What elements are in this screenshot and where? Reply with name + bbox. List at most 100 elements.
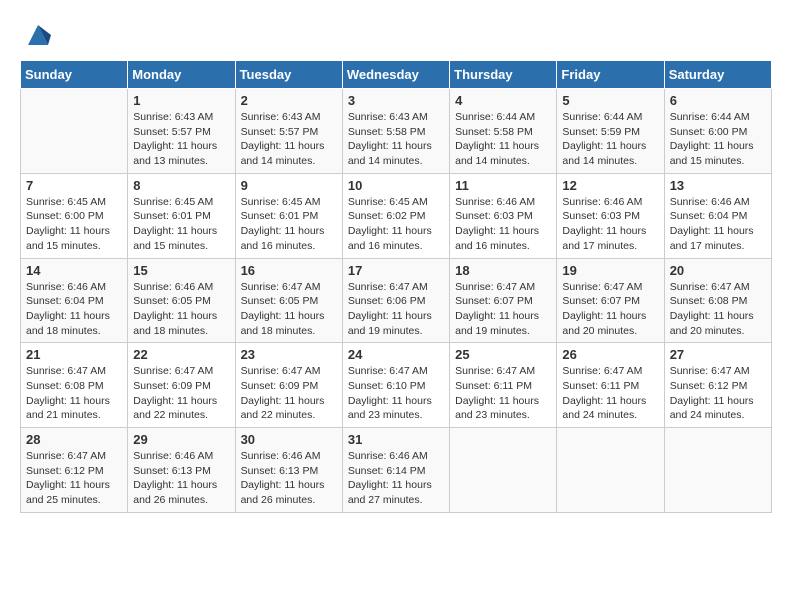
- calendar-cell: 3 Sunrise: 6:43 AMSunset: 5:58 PMDaylight…: [342, 89, 449, 174]
- calendar-cell: [21, 89, 128, 174]
- day-number: 19: [562, 263, 658, 278]
- logo: [20, 20, 53, 50]
- day-info: Sunrise: 6:46 AMSunset: 6:04 PMDaylight:…: [26, 280, 122, 339]
- calendar-cell: 22Sunrise: 6:47 AMSunset: 6:09 PMDayligh…: [128, 343, 235, 428]
- calendar-cell: 5 Sunrise: 6:44 AMSunset: 5:59 PMDaylight…: [557, 89, 664, 174]
- calendar-cell: 6Sunrise: 6:44 AMSunset: 6:00 PMDaylight…: [664, 89, 771, 174]
- day-number: 12: [562, 178, 658, 193]
- calendar-cell: 23 Sunrise: 6:47 AMSunset: 6:09 PMDayligh…: [235, 343, 342, 428]
- day-info: Sunrise: 6:44 AMSunset: 5:59 PMDaylight:…: [562, 110, 658, 169]
- day-number: 7: [26, 178, 122, 193]
- page-header: [20, 20, 772, 50]
- week-row-5: 28 Sunrise: 6:47 AMSunset: 6:12 PMDayligh…: [21, 428, 772, 513]
- day-info: Sunrise: 6:46 AMSunset: 6:13 PMDaylight:…: [241, 449, 337, 508]
- day-info: Sunrise: 6:47 AMSunset: 6:11 PMDaylight:…: [562, 364, 658, 423]
- day-info: Sunrise: 6:47 AMSunset: 6:09 PMDaylight:…: [241, 364, 337, 423]
- calendar-cell: 26 Sunrise: 6:47 AMSunset: 6:11 PMDayligh…: [557, 343, 664, 428]
- calendar-cell: 28 Sunrise: 6:47 AMSunset: 6:12 PMDayligh…: [21, 428, 128, 513]
- day-header-sunday: Sunday: [21, 61, 128, 89]
- day-number: 9: [241, 178, 337, 193]
- calendar-cell: 16 Sunrise: 6:47 AMSunset: 6:05 PMDayligh…: [235, 258, 342, 343]
- day-number: 13: [670, 178, 766, 193]
- calendar-cell: 9 Sunrise: 6:45 AMSunset: 6:01 PMDaylight…: [235, 173, 342, 258]
- day-number: 6: [670, 93, 766, 108]
- day-info: Sunrise: 6:45 AMSunset: 6:02 PMDaylight:…: [348, 195, 444, 254]
- calendar-cell: 30 Sunrise: 6:46 AMSunset: 6:13 PMDayligh…: [235, 428, 342, 513]
- day-info: Sunrise: 6:47 AMSunset: 6:08 PMDaylight:…: [670, 280, 766, 339]
- day-number: 10: [348, 178, 444, 193]
- day-info: Sunrise: 6:43 AMSunset: 5:58 PMDaylight:…: [348, 110, 444, 169]
- day-info: Sunrise: 6:47 AMSunset: 6:12 PMDaylight:…: [26, 449, 122, 508]
- day-info: Sunrise: 6:47 AMSunset: 6:05 PMDaylight:…: [241, 280, 337, 339]
- day-info: Sunrise: 6:46 AMSunset: 6:05 PMDaylight:…: [133, 280, 229, 339]
- day-info: Sunrise: 6:46 AMSunset: 6:04 PMDaylight:…: [670, 195, 766, 254]
- day-info: Sunrise: 6:43 AMSunset: 5:57 PMDaylight:…: [241, 110, 337, 169]
- calendar-cell: 1 Sunrise: 6:43 AMSunset: 5:57 PMDaylight…: [128, 89, 235, 174]
- calendar-cell: 4 Sunrise: 6:44 AMSunset: 5:58 PMDaylight…: [450, 89, 557, 174]
- day-number: 20: [670, 263, 766, 278]
- day-info: Sunrise: 6:47 AMSunset: 6:07 PMDaylight:…: [455, 280, 551, 339]
- day-info: Sunrise: 6:45 AMSunset: 6:01 PMDaylight:…: [133, 195, 229, 254]
- day-number: 5: [562, 93, 658, 108]
- day-header-friday: Friday: [557, 61, 664, 89]
- calendar-cell: [557, 428, 664, 513]
- day-info: Sunrise: 6:47 AMSunset: 6:11 PMDaylight:…: [455, 364, 551, 423]
- week-row-3: 14 Sunrise: 6:46 AMSunset: 6:04 PMDayligh…: [21, 258, 772, 343]
- day-number: 23: [241, 347, 337, 362]
- day-number: 2: [241, 93, 337, 108]
- day-info: Sunrise: 6:47 AMSunset: 6:12 PMDaylight:…: [670, 364, 766, 423]
- calendar-table: SundayMondayTuesdayWednesdayThursdayFrid…: [20, 60, 772, 513]
- calendar-cell: 14 Sunrise: 6:46 AMSunset: 6:04 PMDayligh…: [21, 258, 128, 343]
- week-row-2: 7 Sunrise: 6:45 AMSunset: 6:00 PMDaylight…: [21, 173, 772, 258]
- day-number: 30: [241, 432, 337, 447]
- calendar-cell: 18 Sunrise: 6:47 AMSunset: 6:07 PMDayligh…: [450, 258, 557, 343]
- day-info: Sunrise: 6:44 AMSunset: 5:58 PMDaylight:…: [455, 110, 551, 169]
- calendar-cell: 31Sunrise: 6:46 AMSunset: 6:14 PMDayligh…: [342, 428, 449, 513]
- day-info: Sunrise: 6:45 AMSunset: 6:00 PMDaylight:…: [26, 195, 122, 254]
- day-info: Sunrise: 6:46 AMSunset: 6:13 PMDaylight:…: [133, 449, 229, 508]
- day-number: 4: [455, 93, 551, 108]
- day-header-monday: Monday: [128, 61, 235, 89]
- calendar-cell: 24Sunrise: 6:47 AMSunset: 6:10 PMDayligh…: [342, 343, 449, 428]
- day-info: Sunrise: 6:45 AMSunset: 6:01 PMDaylight:…: [241, 195, 337, 254]
- calendar-cell: 21 Sunrise: 6:47 AMSunset: 6:08 PMDayligh…: [21, 343, 128, 428]
- calendar-cell: 12Sunrise: 6:46 AMSunset: 6:03 PMDayligh…: [557, 173, 664, 258]
- day-info: Sunrise: 6:47 AMSunset: 6:08 PMDaylight:…: [26, 364, 122, 423]
- calendar-cell: [664, 428, 771, 513]
- day-number: 22: [133, 347, 229, 362]
- day-number: 27: [670, 347, 766, 362]
- day-number: 28: [26, 432, 122, 447]
- day-number: 1: [133, 93, 229, 108]
- week-row-1: 1 Sunrise: 6:43 AMSunset: 5:57 PMDaylight…: [21, 89, 772, 174]
- day-number: 8: [133, 178, 229, 193]
- calendar-cell: 13 Sunrise: 6:46 AMSunset: 6:04 PMDayligh…: [664, 173, 771, 258]
- day-info: Sunrise: 6:47 AMSunset: 6:06 PMDaylight:…: [348, 280, 444, 339]
- day-header-saturday: Saturday: [664, 61, 771, 89]
- calendar-cell: 19 Sunrise: 6:47 AMSunset: 6:07 PMDayligh…: [557, 258, 664, 343]
- day-number: 11: [455, 178, 551, 193]
- calendar-cell: 20 Sunrise: 6:47 AMSunset: 6:08 PMDayligh…: [664, 258, 771, 343]
- day-info: Sunrise: 6:46 AMSunset: 6:03 PMDaylight:…: [455, 195, 551, 254]
- day-number: 29: [133, 432, 229, 447]
- header-row: SundayMondayTuesdayWednesdayThursdayFrid…: [21, 61, 772, 89]
- calendar-cell: 11 Sunrise: 6:46 AMSunset: 6:03 PMDayligh…: [450, 173, 557, 258]
- day-number: 16: [241, 263, 337, 278]
- calendar-cell: 15 Sunrise: 6:46 AMSunset: 6:05 PMDayligh…: [128, 258, 235, 343]
- day-header-tuesday: Tuesday: [235, 61, 342, 89]
- day-number: 31: [348, 432, 444, 447]
- day-number: 25: [455, 347, 551, 362]
- day-info: Sunrise: 6:43 AMSunset: 5:57 PMDaylight:…: [133, 110, 229, 169]
- day-number: 3: [348, 93, 444, 108]
- day-number: 14: [26, 263, 122, 278]
- calendar-cell: 17Sunrise: 6:47 AMSunset: 6:06 PMDayligh…: [342, 258, 449, 343]
- logo-icon: [23, 20, 53, 50]
- calendar-cell: 29 Sunrise: 6:46 AMSunset: 6:13 PMDayligh…: [128, 428, 235, 513]
- week-row-4: 21 Sunrise: 6:47 AMSunset: 6:08 PMDayligh…: [21, 343, 772, 428]
- day-number: 15: [133, 263, 229, 278]
- day-info: Sunrise: 6:47 AMSunset: 6:07 PMDaylight:…: [562, 280, 658, 339]
- calendar-cell: 7 Sunrise: 6:45 AMSunset: 6:00 PMDaylight…: [21, 173, 128, 258]
- calendar-cell: 2 Sunrise: 6:43 AMSunset: 5:57 PMDaylight…: [235, 89, 342, 174]
- day-number: 21: [26, 347, 122, 362]
- day-number: 18: [455, 263, 551, 278]
- day-number: 26: [562, 347, 658, 362]
